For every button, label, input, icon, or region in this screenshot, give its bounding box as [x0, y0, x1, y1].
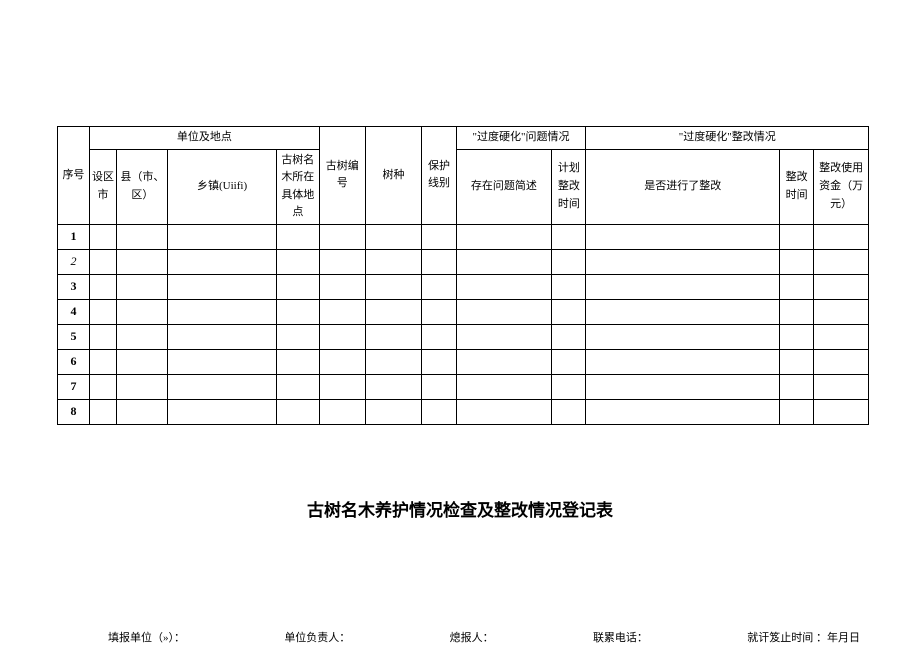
registration-table: 序号 单位及地点 古树编号 树种 保护线别 "过度硬化"问题情况 "过度硬化"整… — [57, 126, 869, 425]
header-problem-group: "过度硬化"问题情况 — [456, 127, 586, 150]
header-city: 设区市 — [89, 149, 116, 224]
footer-unit-head: 单位负责人： — [284, 629, 350, 645]
header-location-group: 单位及地点 — [89, 127, 319, 150]
document-title: 古树名木养护情况检查及整改情况登记表 — [0, 496, 920, 521]
footer-deadline: 就讦笈止时间 ：年月日 — [747, 629, 860, 645]
row-seq: 2 — [58, 249, 90, 274]
footer-reporter: 熄报人： — [450, 629, 494, 645]
header-rectify-fund: 整改使用资金（万元） — [814, 149, 869, 224]
header-specific-loc: 古树名木所在具体地点 — [276, 149, 319, 224]
row-seq: 7 — [58, 374, 90, 399]
header-plan-time: 计划整改时间 — [552, 149, 586, 224]
row-seq: 4 — [58, 299, 90, 324]
header-tree-number: 古树编号 — [319, 127, 365, 225]
header-rectify-done: 是否进行了整改 — [586, 149, 780, 224]
header-town: 乡镇(Uiifi) — [168, 149, 276, 224]
row-seq: 8 — [58, 399, 90, 424]
table-row: 2 — [58, 249, 869, 274]
row-seq: 3 — [58, 274, 90, 299]
row-seq: 1 — [58, 224, 90, 249]
header-rectify-time: 整改时间 — [780, 149, 814, 224]
table-row: 8 — [58, 399, 869, 424]
registration-table-container: 序号 单位及地点 古树编号 树种 保护线别 "过度硬化"问题情况 "过度硬化"整… — [57, 126, 869, 425]
table-row: 6 — [58, 349, 869, 374]
table-row: 7 — [58, 374, 869, 399]
row-seq: 5 — [58, 324, 90, 349]
table-row: 5 — [58, 324, 869, 349]
table-row: 1 — [58, 224, 869, 249]
footer-line: 填报单位（»）： 单位负责人： 熄报人： 联累电话： 就讦笈止时间 ：年月日 — [108, 629, 860, 645]
footer-fill-unit: 填报单位（»）： — [108, 629, 185, 645]
header-seq: 序号 — [58, 127, 90, 225]
header-rectify-group: "过度硬化"整改情况 — [586, 127, 869, 150]
header-protect-level: 保护线别 — [422, 127, 456, 225]
header-problem-desc: 存在问题简述 — [456, 149, 552, 224]
header-species: 树种 — [365, 127, 422, 225]
header-county: 县（市、区） — [117, 149, 168, 224]
table-body: 1 2 3 4 5 6 7 8 — [58, 224, 869, 424]
footer-contact: 联累电话： — [593, 629, 648, 645]
table-row: 4 — [58, 299, 869, 324]
table-row: 3 — [58, 274, 869, 299]
row-seq: 6 — [58, 349, 90, 374]
